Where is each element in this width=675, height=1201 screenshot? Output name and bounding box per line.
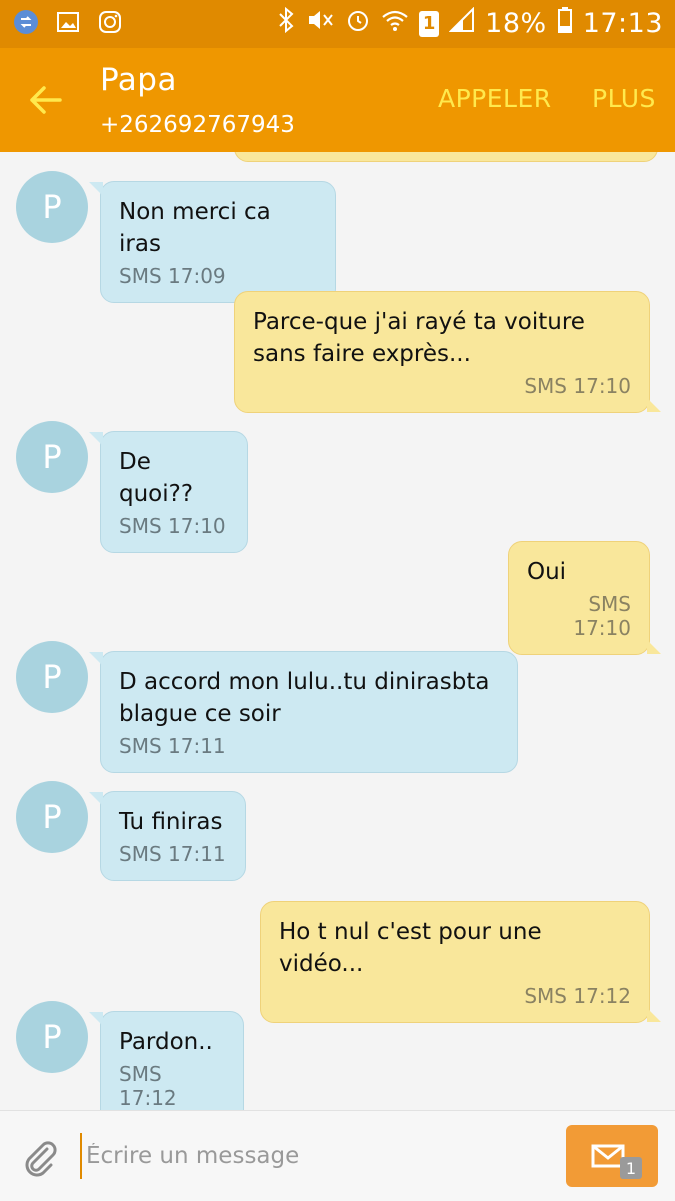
message-bubble-outgoing[interactable]: Ho t nul c'est pour une vidéo... SMS 17:… <box>260 901 661 1023</box>
message-bubble-incoming[interactable]: Pardon.. SMS 17:12 <box>89 1011 244 1110</box>
message-text: Pardon.. <box>119 1029 213 1055</box>
avatar[interactable]: P <box>16 1001 88 1073</box>
message-meta: SMS 17:10 <box>573 592 631 640</box>
message-bubble-partial <box>234 152 658 162</box>
message-bubble-outgoing[interactable]: Parce-que j'ai rayé ta voiture sans fair… <box>234 291 661 413</box>
more-button[interactable]: PLUS <box>592 84 656 113</box>
avatar[interactable]: P <box>16 421 88 493</box>
attach-button[interactable] <box>20 1137 60 1177</box>
send-button[interactable]: 1 <box>566 1125 658 1187</box>
call-button[interactable]: APPELER <box>438 84 552 113</box>
bubble-tail <box>647 398 661 412</box>
message-text: D accord mon lulu..tu dinirasbta blague … <box>119 669 490 727</box>
signal-icon <box>448 6 475 40</box>
bubble-tail <box>89 182 103 196</box>
bubble-tail <box>89 652 103 666</box>
arrow-left-icon <box>30 86 62 114</box>
status-time: 17:13 <box>582 8 663 39</box>
message-meta: SMS 17:12 <box>119 1062 177 1110</box>
message-bubble-incoming[interactable]: Non merci ca iras SMS 17:09 <box>89 181 336 303</box>
message-bubble-incoming[interactable]: De quoi?? SMS 17:10 <box>89 431 248 553</box>
bubble-tail <box>647 640 661 654</box>
message-bubble-incoming[interactable]: D accord mon lulu..tu dinirasbta blague … <box>89 651 518 773</box>
message-meta: SMS 17:12 <box>524 984 631 1008</box>
alarm-icon <box>345 7 371 40</box>
mute-icon <box>305 7 335 40</box>
bubble-tail <box>89 432 103 446</box>
sim-slot-badge: 1 <box>419 10 440 37</box>
message-meta: SMS 17:10 <box>119 514 226 538</box>
composer-bar: 1 <box>0 1110 675 1201</box>
bubble-tail <box>89 792 103 806</box>
back-button[interactable] <box>22 78 68 122</box>
message-text: Ho t nul c'est pour une vidéo... <box>279 919 549 977</box>
message-bubble-outgoing[interactable]: Oui SMS 17:10 <box>508 541 661 655</box>
contact-number: +262692767943 <box>100 112 295 138</box>
avatar[interactable]: P <box>16 641 88 713</box>
message-meta: SMS 17:11 <box>119 734 226 758</box>
wifi-icon <box>381 7 409 40</box>
message-text: Tu finiras <box>119 809 223 835</box>
battery-icon <box>557 6 573 41</box>
avatar[interactable]: P <box>16 171 88 243</box>
contact-name: Papa <box>100 62 177 98</box>
message-meta: SMS 17:11 <box>119 842 226 866</box>
bluetooth-icon <box>277 6 295 40</box>
status-bar: 1 18% 17:13 <box>0 0 675 48</box>
message-meta: SMS 17:09 <box>119 264 226 288</box>
message-bubble-incoming[interactable]: Tu finiras SMS 17:11 <box>89 791 246 881</box>
bubble-tail <box>647 1008 661 1022</box>
message-text: Parce-que j'ai rayé ta voiture sans fair… <box>253 309 585 367</box>
message-input[interactable] <box>80 1133 558 1179</box>
message-meta: SMS 17:10 <box>524 374 631 398</box>
gallery-icon <box>54 8 82 36</box>
paperclip-icon <box>25 1141 57 1177</box>
message-list[interactable]: P Non merci ca iras SMS 17:09 Parce-que … <box>0 152 675 1110</box>
send-count-badge: 1 <box>620 1157 642 1179</box>
message-text: Non merci ca iras <box>119 199 279 257</box>
message-text: De quoi?? <box>119 449 194 507</box>
bubble-tail <box>89 1012 103 1026</box>
avatar[interactable]: P <box>16 781 88 853</box>
battery-percent: 18% <box>485 8 547 39</box>
sync-icon <box>12 8 40 36</box>
instagram-icon <box>96 8 124 36</box>
message-text: Oui <box>527 559 567 585</box>
conversation-header: Papa +262692767943 APPELER PLUS <box>0 48 675 152</box>
